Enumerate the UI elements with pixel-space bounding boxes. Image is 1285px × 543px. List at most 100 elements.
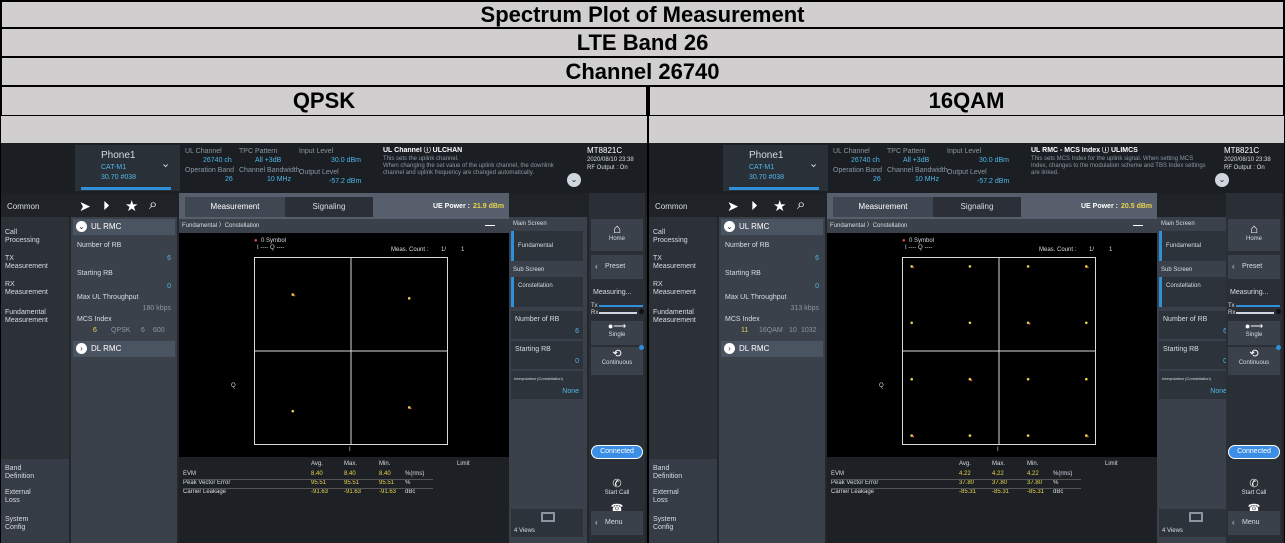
input-level-value[interactable]: 30.0 dBm: [979, 157, 1009, 164]
constellation-point-marker: [1086, 266, 1089, 269]
nav-fundamental-measurement[interactable]: Fundamental Measurement: [653, 309, 721, 325]
legend-symbol: 0 Symbol: [261, 238, 287, 244]
help-text: UL Channel ⓘ ULCHAN This sets the uplink…: [383, 147, 583, 189]
nav-rx-measurement[interactable]: RX Measurement: [653, 281, 721, 297]
dl-rmc-group[interactable]: › DL RMC: [721, 341, 823, 357]
bandwidth-value[interactable]: 10 MHz: [915, 176, 939, 183]
tab-measurement[interactable]: Measurement: [185, 197, 285, 217]
constellation-point: [910, 377, 913, 381]
ul-channel-value[interactable]: 26740 ch: [851, 157, 880, 164]
forward-icon[interactable]: ➤: [727, 198, 739, 215]
four-views-button[interactable]: 4 Views: [1159, 509, 1231, 537]
nav-band-definition[interactable]: Band Definition: [653, 465, 721, 481]
phone-selector[interactable]: Phone1 CAT-M1 30.70 #038 ⌄: [75, 145, 180, 191]
continuous-button[interactable]: ⟲ Continuous: [591, 347, 643, 375]
screen-number-of-rb[interactable]: Number of RB 6: [511, 311, 583, 339]
forward-icon[interactable]: ➤: [79, 198, 91, 215]
nav-tx-measurement[interactable]: TX Measurement: [5, 255, 73, 271]
output-level-value[interactable]: -57.2 dBm: [329, 178, 361, 185]
nav-call-processing[interactable]: Call Processing: [653, 229, 721, 245]
menu-button[interactable]: ‹ Menu: [1228, 511, 1280, 535]
expand-icon[interactable]: ›: [724, 343, 735, 354]
favorite-star-icon[interactable]: ★: [773, 197, 786, 215]
param-mcs-index[interactable]: MCS Index 11 16QAM 10 1032: [721, 313, 823, 339]
screen-fundamental[interactable]: Fundamental: [1159, 231, 1231, 261]
play-list-icon[interactable]: ⏵: [751, 198, 758, 214]
input-level-value[interactable]: 30.0 dBm: [331, 157, 361, 164]
screen-starting-rb[interactable]: Starting RB 0: [511, 341, 583, 369]
nav-external-loss[interactable]: External Loss: [5, 489, 73, 505]
preset-button[interactable]: ‹ Preset: [1228, 255, 1280, 279]
param-number-of-rb[interactable]: Number of RB 6: [721, 239, 823, 265]
single-button[interactable]: ●⟶ Single: [1228, 321, 1280, 345]
screen-constellation[interactable]: Constellation: [1159, 277, 1231, 307]
nav-band-definition[interactable]: Band Definition: [5, 465, 73, 481]
instrument-model: MT8821C: [1224, 146, 1260, 155]
bandwidth-value[interactable]: 10 MHz: [267, 176, 291, 183]
output-level-value[interactable]: -57.2 dBm: [977, 178, 1009, 185]
nav-system-config[interactable]: System Config: [5, 516, 73, 532]
menu-button[interactable]: ‹ Menu: [591, 511, 643, 535]
nav-system-config[interactable]: System Config: [653, 516, 721, 532]
nav-rx-measurement[interactable]: RX Measurement: [5, 281, 73, 297]
expand-icon[interactable]: ›: [76, 343, 87, 354]
row-divider: [183, 479, 433, 480]
bandwidth-label: Channel Bandwidth: [239, 167, 300, 174]
tpc-value[interactable]: All +3dB: [903, 157, 929, 164]
phone-selector[interactable]: Phone1 CAT-M1 30.70 #038 ⌄: [723, 145, 828, 191]
search-icon[interactable]: ⌕: [797, 196, 805, 213]
minimize-icon[interactable]: [1133, 225, 1143, 226]
nav-call-processing[interactable]: Call Processing: [5, 229, 73, 245]
screen-interpolation[interactable]: Interpolation (Constellation) None: [511, 371, 583, 399]
expand-help-icon[interactable]: ⌄: [1215, 173, 1229, 187]
screen-fundamental[interactable]: Fundamental: [511, 231, 583, 261]
dl-rmc-group[interactable]: › DL RMC: [73, 341, 175, 357]
nav-tx-measurement[interactable]: TX Measurement: [653, 255, 721, 271]
band-value[interactable]: 26: [225, 176, 233, 183]
param-number-of-rb[interactable]: Number of RB 6: [73, 239, 175, 265]
favorite-star-icon[interactable]: ★: [125, 197, 138, 215]
ul-channel-value[interactable]: 26740 ch: [203, 157, 232, 164]
tab-signaling[interactable]: Signaling: [285, 197, 373, 217]
param-starting-rb[interactable]: Starting RB 0: [73, 267, 175, 293]
meas-count-value: 1/: [441, 247, 447, 253]
screen-starting-rb[interactable]: Starting RB 0: [1159, 341, 1231, 369]
four-views-button[interactable]: 4 Views: [511, 509, 583, 537]
chevron-down-icon[interactable]: ⌄: [809, 159, 818, 170]
nav-common[interactable]: Common: [7, 203, 39, 211]
ul-rmc-label: UL RMC: [91, 222, 122, 231]
ul-rmc-group[interactable]: ⌄ UL RMC: [73, 219, 175, 235]
nav-common[interactable]: Common: [655, 203, 687, 211]
band-value[interactable]: 26: [873, 176, 881, 183]
tab-measurement[interactable]: Measurement: [833, 197, 933, 217]
minimize-icon[interactable]: [485, 225, 495, 226]
play-list-icon[interactable]: ⏵: [103, 198, 110, 214]
start-call-button[interactable]: ✆ Start Call: [1228, 477, 1280, 501]
qpsk-instrument-screen: Phone1 CAT-M1 30.70 #038 ⌄ UL Channel 26…: [1, 143, 647, 543]
start-call-button[interactable]: ✆ Start Call: [591, 477, 643, 501]
phone-version: 30.70 #038: [101, 174, 137, 181]
phone-name: Phone1: [749, 150, 784, 161]
result-row: Carrier Leakage -91.63 -91.63 -91.63 dBc: [179, 488, 509, 498]
param-starting-rb[interactable]: Starting RB 0: [721, 267, 823, 293]
single-button[interactable]: ●⟶ Single: [591, 321, 643, 345]
ul-rmc-group[interactable]: ⌄ UL RMC: [721, 219, 823, 235]
tab-signaling[interactable]: Signaling: [933, 197, 1021, 217]
param-value: 313 kbps: [790, 305, 819, 312]
screen-number-of-rb[interactable]: Number of RB 6: [1159, 311, 1231, 339]
screen-interpolation[interactable]: Interpolation (Constellation) None: [1159, 371, 1231, 399]
screen-constellation[interactable]: Constellation: [511, 277, 583, 307]
expand-help-icon[interactable]: ⌄: [567, 173, 581, 187]
nav-fundamental-measurement[interactable]: Fundamental Measurement: [5, 309, 73, 325]
param-mcs-index[interactable]: MCS Index 6 QPSK 6 600: [73, 313, 175, 339]
preset-button[interactable]: ‹ Preset: [591, 255, 643, 279]
home-button[interactable]: ⌂ Home: [1228, 219, 1280, 251]
chevron-down-icon[interactable]: ⌄: [161, 159, 170, 170]
tpc-value[interactable]: All +3dB: [255, 157, 281, 164]
continuous-button[interactable]: ⟲ Continuous: [1228, 347, 1280, 375]
collapse-icon[interactable]: ⌄: [76, 221, 87, 232]
home-button[interactable]: ⌂ Home: [591, 219, 643, 251]
search-icon[interactable]: ⌕: [149, 196, 157, 213]
nav-external-loss[interactable]: External Loss: [653, 489, 721, 505]
collapse-icon[interactable]: ⌄: [724, 221, 735, 232]
